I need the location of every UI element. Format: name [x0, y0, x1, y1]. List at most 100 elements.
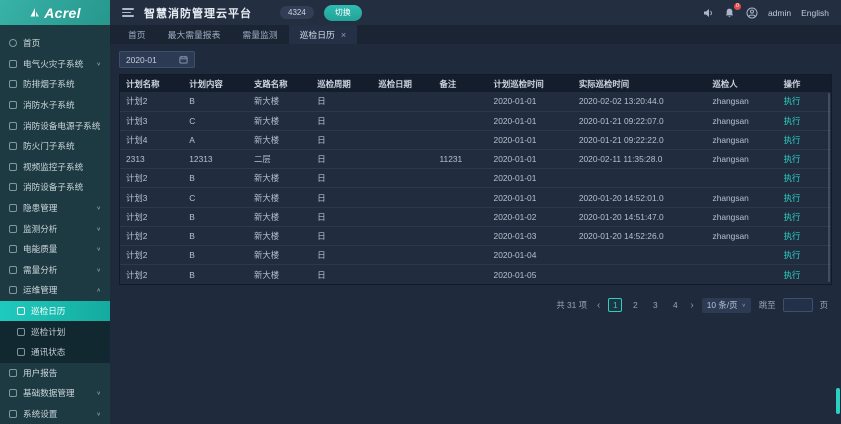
sidebar-item-首页[interactable]: 首页	[0, 33, 110, 54]
pagination-total: 共 31 项	[556, 299, 587, 311]
sidebar-subitem-label: 巡检日历	[31, 305, 65, 317]
video-monitor-icon	[9, 163, 17, 171]
column-header-实际巡检时间: 实际巡检时间	[573, 75, 707, 92]
execute-link[interactable]: 执行	[784, 154, 801, 164]
table-cell: 2020-01-21 09:22:07.0	[573, 111, 707, 130]
sidebar-item-隐患管理[interactable]: 隐患管理∨	[0, 198, 110, 219]
sidebar-item-用户报告[interactable]: 用户报告	[0, 363, 110, 384]
table-cell	[372, 226, 433, 245]
sidebar-item-label: 需量分析	[23, 264, 57, 276]
column-header-计划巡检时间: 计划巡检时间	[488, 75, 573, 92]
page-scrollbar-thumb[interactable]	[836, 388, 840, 414]
ops-management-icon	[9, 286, 17, 294]
execute-link[interactable]: 执行	[784, 231, 801, 241]
sidebar-item-label: 用户报告	[23, 367, 57, 379]
execute-link[interactable]: 执行	[784, 212, 801, 222]
prev-page-button[interactable]: ‹	[596, 300, 601, 311]
sidebar-item-label: 消防设备电源子系统	[23, 120, 100, 132]
table-cell: 2020-01-01	[488, 150, 573, 169]
sidebar-subitem-巡检计划[interactable]: 巡检计划	[0, 321, 110, 342]
pager-pages: 1234	[608, 298, 682, 312]
table-cell: 日	[311, 92, 372, 111]
sidebar-item-基础数据管理[interactable]: 基础数据管理∨	[0, 383, 110, 404]
table-cell: 2020-02-02 13:20:44.0	[573, 92, 707, 111]
execute-link[interactable]: 执行	[784, 173, 801, 183]
table-cell: 日	[311, 188, 372, 207]
table-cell: 12313	[183, 150, 248, 169]
next-page-button[interactable]: ›	[689, 300, 694, 311]
table-cell: 计划2	[120, 226, 183, 245]
column-header-计划名称: 计划名称	[120, 75, 183, 92]
sidebar-item-消防水子系统[interactable]: 消防水子系统	[0, 95, 110, 116]
page-button-4[interactable]: 4	[668, 298, 682, 312]
table-cell-action: 执行	[778, 226, 831, 245]
bell-icon[interactable]: 0	[724, 7, 736, 19]
table-cell	[434, 92, 488, 111]
table-cell	[707, 169, 778, 188]
page-button-2[interactable]: 2	[628, 298, 642, 312]
sidebar-item-消防设备子系统[interactable]: 消防设备子系统	[0, 177, 110, 198]
table-cell	[372, 150, 433, 169]
close-icon[interactable]: ×	[341, 30, 346, 40]
switch-button[interactable]: 切换	[324, 5, 362, 21]
avatar-icon[interactable]	[746, 7, 758, 19]
tab-label: 需量监测	[242, 28, 277, 41]
month-picker-input[interactable]: 2020-01	[119, 51, 195, 68]
sidebar-item-需量分析[interactable]: 需量分析∨	[0, 260, 110, 281]
table-cell	[707, 265, 778, 284]
inspection-table: 计划名称计划内容支路名称巡检周期巡检日期备注计划巡检时间实际巡检时间巡检人操作 …	[120, 75, 831, 284]
execute-link[interactable]: 执行	[784, 250, 801, 260]
calendar-icon	[179, 55, 188, 64]
sidebar-item-监测分析[interactable]: 监测分析∨	[0, 218, 110, 239]
sidebar-item-消防设备电源子系统[interactable]: 消防设备电源子系统	[0, 115, 110, 136]
page-title: 智慧消防管理云平台	[144, 5, 252, 21]
table-cell: 2020-01-01	[488, 111, 573, 130]
sidebar-subitem-label: 通讯状态	[31, 346, 65, 358]
sidebar-item-label: 防排烟子系统	[23, 78, 75, 90]
table-scrollbar[interactable]	[828, 93, 831, 282]
sidebar-item-label: 消防水子系统	[23, 99, 75, 111]
table-cell: 2020-01-01	[488, 188, 573, 207]
username[interactable]: admin	[768, 8, 791, 18]
execute-link[interactable]: 执行	[784, 116, 801, 126]
sidebar-item-视频监控子系统[interactable]: 视频监控子系统	[0, 157, 110, 178]
table-cell: 2020-01-01	[488, 92, 573, 111]
table-cell	[434, 246, 488, 265]
submenu-运维管理: 巡检日历巡检计划通讯状态	[0, 301, 110, 363]
page-size-select[interactable]: 10 条/页 ∨	[702, 298, 751, 313]
execute-link[interactable]: 执行	[784, 270, 801, 280]
jump-page-input[interactable]	[783, 298, 813, 312]
execute-link[interactable]: 执行	[784, 193, 801, 203]
sidebar-item-电能质量[interactable]: 电能质量∨	[0, 239, 110, 260]
jump-suffix: 页	[820, 299, 828, 311]
table-cell	[434, 265, 488, 284]
tab-需量监测[interactable]: 需量监测	[231, 25, 288, 44]
sidebar-item-防排烟子系统[interactable]: 防排烟子系统	[0, 74, 110, 95]
sidebar-item-电气火灾子系统[interactable]: 电气火灾子系统∨	[0, 54, 110, 75]
execute-link[interactable]: 执行	[784, 96, 801, 106]
table-cell: B	[183, 226, 248, 245]
tab-首页[interactable]: 首页	[117, 25, 157, 44]
page-button-1[interactable]: 1	[608, 298, 622, 312]
sidebar-subitem-通讯状态[interactable]: 通讯状态	[0, 342, 110, 363]
menu-toggle-icon[interactable]	[122, 8, 134, 17]
execute-link[interactable]: 执行	[784, 135, 801, 145]
sidebar-item-系统设置[interactable]: 系统设置∨	[0, 404, 110, 424]
table-cell: 计划2	[120, 207, 183, 226]
table-cell	[434, 169, 488, 188]
page-button-3[interactable]: 3	[648, 298, 662, 312]
sidebar-item-运维管理[interactable]: 运维管理∧	[0, 280, 110, 301]
table-cell: 计划4	[120, 130, 183, 149]
speaker-icon[interactable]	[702, 7, 714, 19]
table-row: 计划2B新大楼日2020-01-022020-01-20 14:51:47.0z…	[120, 207, 831, 226]
sidebar-item-label: 隐患管理	[23, 202, 57, 214]
sidebar-item-防火门子系统[interactable]: 防火门子系统	[0, 136, 110, 157]
fire-equipment-icon	[9, 183, 17, 191]
tab-最大需量报表[interactable]: 最大需量报表	[157, 25, 232, 44]
table-cell: 日	[311, 111, 372, 130]
tab-巡检日历[interactable]: 巡检日历×	[289, 25, 357, 44]
table-cell: 日	[311, 207, 372, 226]
table-cell: 新大楼	[248, 169, 311, 188]
language-switch[interactable]: English	[801, 8, 829, 18]
sidebar-subitem-巡检日历[interactable]: 巡检日历	[0, 301, 110, 322]
